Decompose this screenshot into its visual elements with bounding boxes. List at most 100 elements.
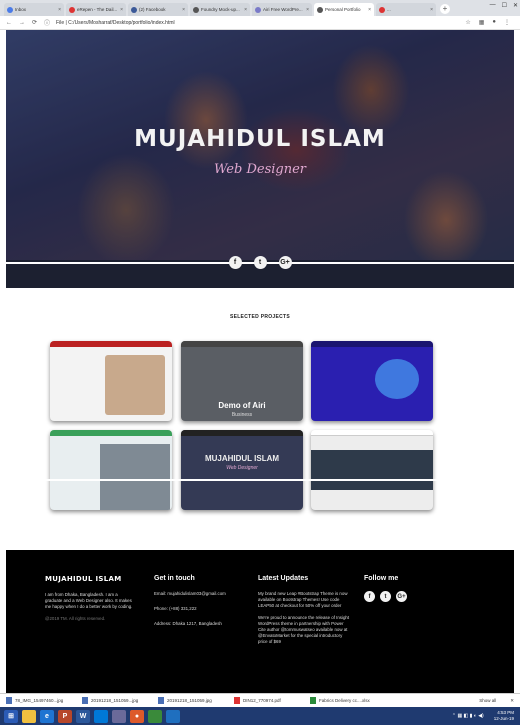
card-header-bar [50, 341, 172, 347]
twitter-icon[interactable]: t [380, 591, 391, 602]
address-bar: ← → ⟳ ⓘ File | C:/Users/Mosharraf/Deskto… [0, 16, 520, 30]
forward-icon[interactable]: → [19, 20, 25, 26]
close-tab-icon[interactable]: × [430, 7, 433, 13]
download-item[interactable]: 78_IMG_15497460...jpg [6, 697, 76, 704]
tab-label: Personal Portfolio [325, 7, 361, 12]
footer-updates: Latest Updates My brand new Leap #Bootst… [258, 575, 350, 651]
extensions-icon[interactable]: ▦ [479, 19, 485, 26]
browser-tab[interactable]: Personal Portfolio × [314, 3, 374, 16]
close-tab-icon[interactable]: × [182, 7, 185, 13]
card-label: Demo of Airi [218, 401, 266, 410]
download-item[interactable]: DIN12_770974.pdf [234, 697, 304, 704]
close-downloads-icon[interactable]: ✕ [510, 698, 514, 704]
project-card-2[interactable]: Demo of Airi Business [181, 341, 303, 421]
update-post-1: My brand new Leap #Bootstrap Theme is no… [258, 591, 348, 608]
new-tab-button[interactable]: + [440, 4, 450, 14]
chrome-icon[interactable]: ● [130, 709, 144, 723]
footer-contact: Get in touch Email: mujahidulislam03@gma… [154, 575, 249, 633]
url-field[interactable]: File | C:/Users/Mosharraf/Desktop/portfo… [56, 20, 175, 26]
close-tab-icon[interactable]: × [368, 7, 371, 13]
contact-email: Email: mujahidulislam03@gmail.com [154, 591, 226, 596]
projects-divider [6, 479, 514, 481]
portfolio-page: MUJAHIDUL ISLAM Web Designer f t G+ SELE… [6, 30, 514, 693]
project-card-1[interactable] [50, 341, 172, 421]
footer-about: MUJAHIDUL ISLAM I am from Dhaka, Banglad… [45, 575, 135, 628]
browser-tab[interactable]: ... × [376, 3, 436, 16]
edge-icon[interactable]: e [40, 709, 54, 723]
project-card-3[interactable] [311, 341, 433, 421]
clock[interactable]: 4:53 PM 12-Jun-19 [494, 710, 520, 722]
hero-title: MUJAHIDUL ISLAM [134, 126, 386, 152]
minimize-icon[interactable]: — [490, 2, 496, 9]
hero-section: MUJAHIDUL ISLAM Web Designer [6, 30, 514, 260]
browser-tab[interactable]: Inbox × [4, 3, 64, 16]
footer-contact-title: Get in touch [154, 575, 195, 582]
downloads-bar: 78_IMG_15497460...jpg 20191218_151059...… [0, 693, 520, 707]
hero-subtitle: Web Designer [214, 162, 306, 177]
tab-favicon-icon [131, 6, 137, 13]
footer-brand: MUJAHIDUL ISLAM [45, 575, 122, 583]
close-icon[interactable]: ✕ [513, 2, 518, 9]
tab-favicon-icon [317, 6, 323, 13]
powerpoint-icon[interactable]: P [58, 709, 72, 723]
card-image [311, 450, 433, 490]
project-card-5[interactable]: MUJAHIDUL ISLAM Web Designer [181, 430, 303, 510]
file-icon [310, 697, 316, 704]
projects-grid: Demo of Airi Business MUJAHIDUL ISLAM We… [50, 341, 436, 521]
menu-icon[interactable]: ⋮ [504, 19, 510, 26]
card-label: MUJAHIDUL ISLAM [204, 454, 280, 463]
project-card-4[interactable] [50, 430, 172, 510]
tab-label: Inbox [15, 7, 27, 12]
app-icon[interactable] [166, 709, 180, 723]
start-button-icon[interactable]: ⊞ [4, 709, 18, 723]
info-icon[interactable]: ⓘ [44, 18, 50, 27]
tab-label: eRepen - The Dail... [77, 7, 118, 12]
facebook-icon[interactable]: f [364, 591, 375, 602]
card-sublabel: Business [231, 412, 253, 418]
tab-label: ... [387, 7, 391, 12]
file-icon [234, 697, 240, 704]
word-icon[interactable]: W [76, 709, 90, 723]
profile-icon[interactable]: ● [492, 19, 496, 26]
google-plus-icon[interactable]: G+ [396, 591, 407, 602]
tab-label: Airi Free WordPre... [263, 7, 303, 12]
download-item[interactable]: Fabrics Delivery cc....xlsx [310, 697, 380, 704]
close-tab-icon[interactable]: × [58, 7, 61, 13]
reload-icon[interactable]: ⟳ [32, 19, 37, 26]
google-plus-icon[interactable]: G+ [278, 256, 292, 269]
card-sublabel: Web Designer [226, 465, 258, 471]
show-all-downloads[interactable]: Show all [479, 698, 496, 703]
footer: MUJAHIDUL ISLAM I am from Dhaka, Banglad… [6, 550, 514, 693]
browser-tab[interactable]: Airi Free WordPre... × [252, 3, 312, 16]
project-card-6[interactable] [311, 430, 433, 510]
close-tab-icon[interactable]: × [244, 7, 247, 13]
close-tab-icon[interactable]: × [120, 7, 123, 13]
twitter-icon[interactable]: t [253, 256, 267, 269]
browser-tab[interactable]: eRepen - The Dail... × [66, 3, 126, 16]
hero-social-links: f t G+ [6, 256, 514, 269]
card-image [100, 444, 170, 510]
bookmark-star-icon[interactable]: ☆ [465, 19, 470, 26]
download-item[interactable]: 20191218_151059...jpg [82, 697, 152, 704]
maximize-icon[interactable]: ☐ [502, 2, 507, 9]
back-icon[interactable]: ← [6, 20, 12, 26]
download-item[interactable]: 20191218_151059.jpg [158, 697, 228, 704]
browser-tab[interactable]: Foundry Mock-up... × [190, 3, 250, 16]
download-filename: DIN12_770974.pdf [243, 698, 281, 703]
photos-icon[interactable] [112, 709, 126, 723]
card-image [105, 355, 165, 415]
tab-label: (2) Facebook [139, 7, 166, 12]
file-explorer-icon[interactable] [22, 709, 36, 723]
app-icon[interactable] [148, 709, 162, 723]
file-icon [6, 697, 12, 704]
download-filename: Fabrics Delivery cc....xlsx [319, 698, 370, 703]
browser-tab-bar: Inbox × eRepen - The Dail... × (2) Facebook ×… [0, 0, 520, 16]
close-tab-icon[interactable]: × [306, 7, 309, 13]
app-icon[interactable] [94, 709, 108, 723]
card-header-bar [181, 430, 303, 436]
system-tray-icons[interactable]: ⌃ ▦ ◧ ▮ ◐ ◀) [452, 713, 484, 719]
browser-tab[interactable]: (2) Facebook × [128, 3, 188, 16]
tab-favicon-icon [7, 6, 13, 13]
facebook-icon[interactable]: f [228, 256, 242, 269]
card-image [375, 359, 419, 399]
